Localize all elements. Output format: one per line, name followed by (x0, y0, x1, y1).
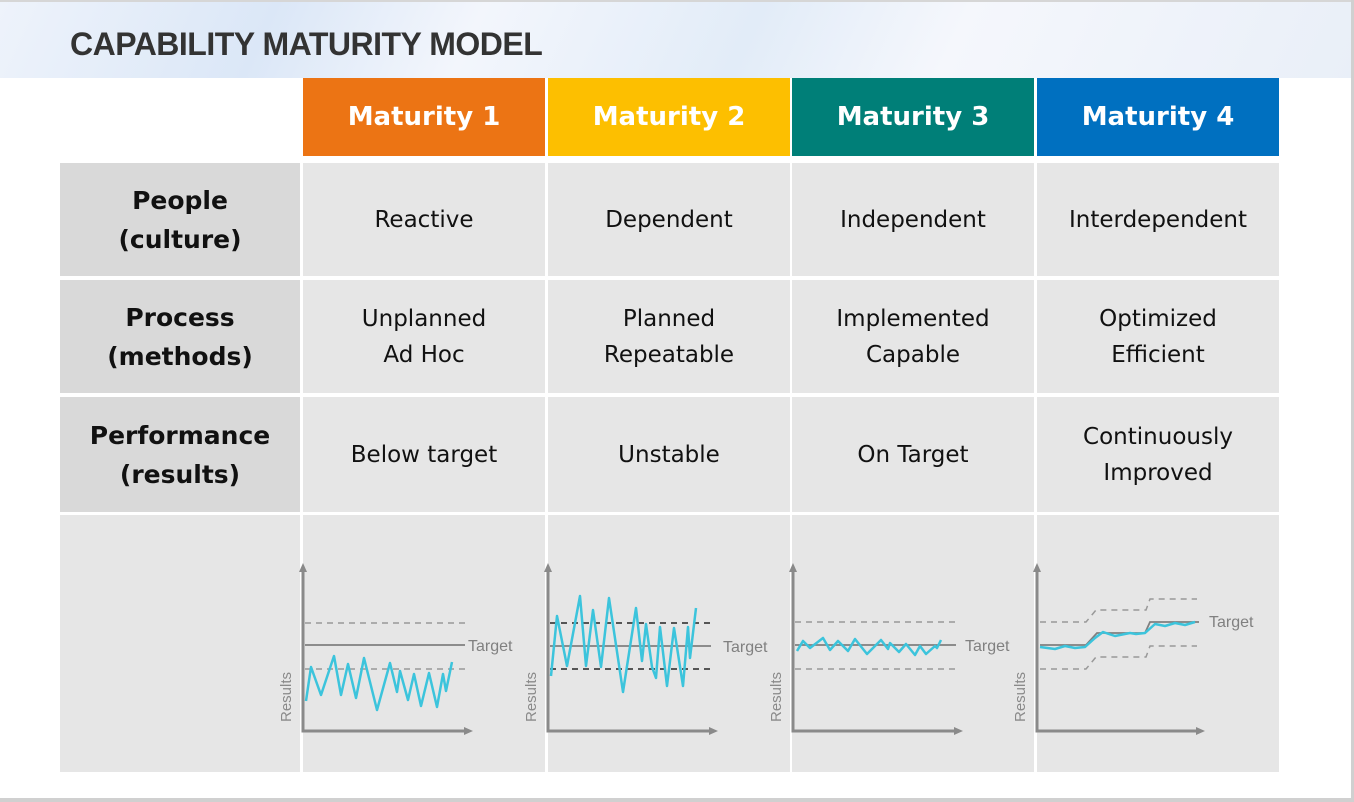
target-line (1040, 621, 1199, 646)
x-axis-arrow-icon (1196, 727, 1205, 735)
control-limit-line (1040, 645, 1197, 670)
y-axis-label: Results (1012, 672, 1029, 722)
target-label: Target (1209, 614, 1254, 631)
maturity-4-chart: Target Results (1012, 563, 1254, 735)
axes (1035, 570, 1198, 733)
y-axis-arrow-icon (1033, 563, 1041, 572)
control-limit-line (1040, 598, 1197, 623)
